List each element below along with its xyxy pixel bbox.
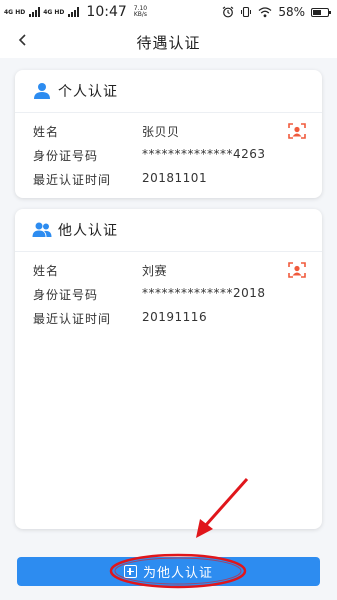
row-value: 刘赛: [142, 264, 168, 278]
row-label: 姓名: [33, 125, 60, 139]
battery-percent: 58%: [278, 5, 305, 19]
row-label: 身份证号码: [33, 149, 99, 163]
signal-bars-icon: [29, 7, 41, 17]
info-row-id: 身份证号码 **************2018: [33, 284, 313, 304]
row-value: 张贝贝: [142, 125, 180, 139]
battery-fill: [313, 9, 321, 15]
row-value: **************2018: [142, 286, 266, 300]
row-label: 最近认证时间: [33, 312, 112, 326]
clock-time: 10:47: [86, 4, 127, 20]
others-auth-card: 他人认证 姓名 刘赛 身份证号码 **************2018 最近认证…: [15, 209, 322, 529]
info-row-id: 身份证号码 **************4263: [33, 145, 313, 165]
card-title: 他人认证: [58, 223, 118, 239]
vibrate-icon: [241, 6, 252, 18]
person-icon: [34, 83, 50, 99]
status-bar: 4G HD 4G HD 10:47 7.10 KB/s 58%: [0, 0, 337, 24]
card-title: 个人认证: [58, 84, 118, 100]
net-speed-unit: KB/s: [133, 11, 148, 18]
wifi-icon: [258, 7, 272, 18]
face-scan-icon[interactable]: [288, 262, 306, 278]
row-value: 20191116: [142, 310, 208, 324]
info-row-name: 姓名 刘赛: [33, 260, 313, 280]
personal-auth-card: 个人认证 姓名 张贝贝 身份证号码 **************4263 最近认…: [15, 70, 322, 198]
battery-icon: [311, 7, 331, 17]
auth-others-button[interactable]: 为他人认证: [17, 557, 320, 586]
page-title: 待遇认证: [136, 34, 201, 52]
signal-bars-icon-2: [68, 7, 80, 17]
info-row-date: 最近认证时间 20191116: [33, 308, 313, 328]
signal-1-label: 4G HD: [4, 8, 26, 16]
row-label: 最近认证时间: [33, 173, 112, 187]
info-row-date: 最近认证时间 20181101: [33, 169, 313, 189]
row-value: **************4263: [142, 147, 266, 161]
signal-2-label: 4G HD: [43, 8, 65, 16]
face-scan-icon[interactable]: [288, 123, 306, 139]
row-label: 身份证号码: [33, 288, 99, 302]
card-header: 个人认证: [15, 70, 322, 113]
row-label: 姓名: [33, 264, 60, 278]
plus-box-icon: [123, 565, 137, 578]
nav-bar: 待遇认证: [0, 24, 337, 58]
net-speed: 7.10 KB/s: [134, 6, 147, 18]
card-header: 他人认证: [15, 209, 322, 252]
people-icon: [32, 222, 52, 237]
info-row-name: 姓名 张贝贝: [33, 121, 313, 141]
row-value: 20181101: [142, 171, 208, 185]
alarm-icon: [222, 6, 234, 18]
auth-others-label: 为他人认证: [142, 566, 213, 581]
